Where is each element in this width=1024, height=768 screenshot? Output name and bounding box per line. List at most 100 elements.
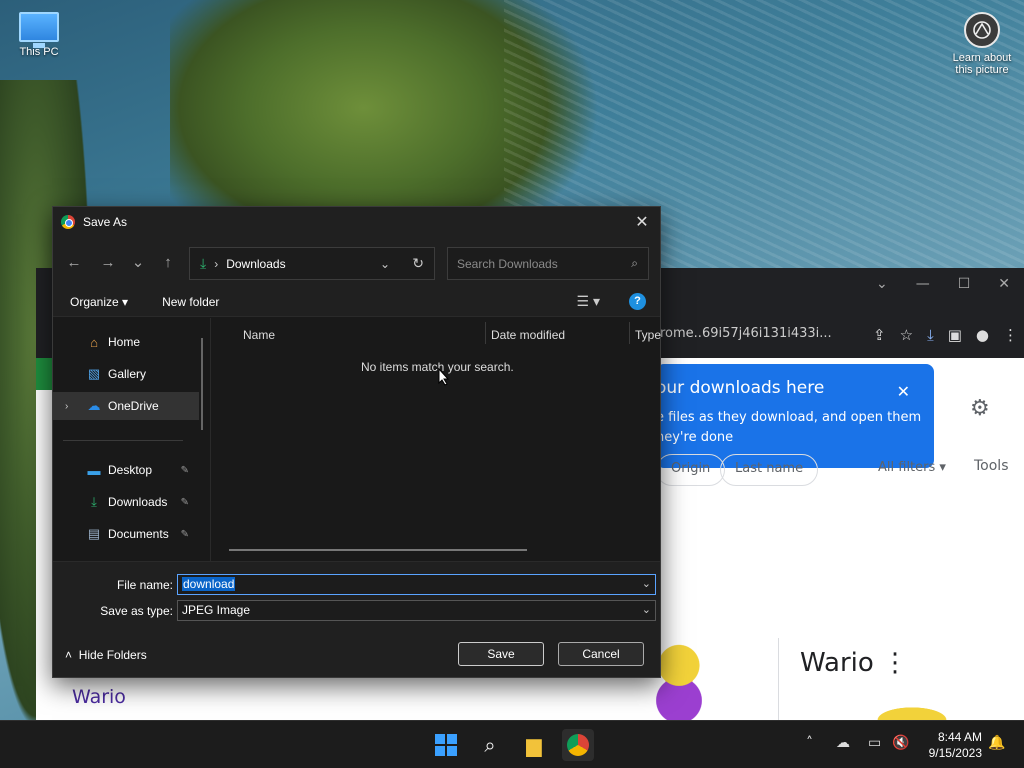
monitor-icon	[19, 12, 59, 48]
chevron-down-icon[interactable]: ⌄	[380, 257, 390, 271]
chevron-down-icon[interactable]: ⌄	[642, 603, 651, 616]
chevron-down-icon[interactable]: ⌄	[125, 253, 151, 271]
maximize-icon[interactable]: ☐	[958, 276, 971, 292]
cloud-offline-icon[interactable]: ☁	[836, 735, 850, 751]
minimize-icon[interactable]: —	[916, 276, 930, 292]
nav-item-desktop[interactable]: ▬ Desktop ✎	[53, 456, 199, 484]
file-list: Name Date modified Type No items match y…	[211, 318, 661, 561]
menu-icon[interactable]: ⋮	[1003, 326, 1018, 344]
pin-icon[interactable]: ✎	[181, 529, 189, 540]
clock[interactable]: 8:44 AM 9/15/2023	[929, 729, 982, 761]
close-icon[interactable]: ✕	[897, 382, 910, 401]
close-icon[interactable]: ✕	[998, 276, 1010, 292]
wario-image-2[interactable]	[852, 698, 972, 720]
nav-item-onedrive[interactable]: › ☁ OneDrive	[53, 392, 199, 420]
profile-icon[interactable]: ●	[976, 326, 989, 344]
hide-folders-button[interactable]: ˄ Hide Folders	[65, 648, 147, 662]
save-button[interactable]: Save	[458, 642, 544, 666]
save-type-value: JPEG Image	[182, 603, 251, 617]
chevron-down-icon[interactable]: ⌄	[876, 276, 888, 292]
divider	[63, 440, 183, 441]
up-arrow-icon[interactable]: ↑	[151, 254, 185, 271]
column-header-date[interactable]: Date modified	[491, 328, 565, 342]
bell-icon[interactable]: 🔔	[988, 735, 1005, 751]
cancel-button[interactable]: Cancel	[558, 642, 644, 666]
network-icon[interactable]: ▭	[868, 735, 881, 751]
nav-item-label: Home	[108, 335, 141, 349]
popup-line: hey're done	[656, 430, 734, 445]
dialog-title: Save As	[83, 215, 128, 229]
star-icon[interactable]: ☆	[900, 326, 913, 344]
divider	[778, 638, 779, 720]
download-icon: ⤓	[91, 494, 97, 509]
navigation-row: ← → ⌄ ↑ ⤓ › Downloads ⌄ ↻ Search Downloa…	[53, 237, 660, 287]
column-divider[interactable]	[629, 322, 630, 344]
nav-item-gallery[interactable]: ▧ Gallery	[53, 360, 199, 388]
start-button[interactable]	[430, 729, 462, 761]
column-divider[interactable]	[485, 322, 486, 344]
path-folder[interactable]: Downloads	[226, 257, 285, 271]
sidepanel-icon[interactable]: ▣	[948, 326, 962, 344]
organize-button[interactable]: Organize ▾	[70, 295, 128, 309]
pin-icon[interactable]: ✎	[181, 465, 189, 476]
save-type-label: Save as type:	[100, 604, 173, 618]
nav-item-documents[interactable]: ▤ Documents ✎	[53, 520, 199, 548]
download-icon[interactable]: ⤓	[927, 326, 934, 344]
search-placeholder: Search Downloads	[457, 256, 558, 271]
file-explorer-icon[interactable]: ▆	[518, 729, 550, 761]
clock-date: 9/15/2023	[928, 746, 982, 760]
save-as-dialog: Save As ✕ ← → ⌄ ↑ ⤓ › Downloads ⌄ ↻ Sear…	[52, 206, 661, 678]
scrollbar[interactable]	[229, 549, 527, 551]
file-name-field[interactable]: download ⌄	[177, 574, 656, 595]
forward-arrow-icon[interactable]: →	[91, 254, 125, 271]
nav-item-downloads[interactable]: ⤓ Downloads ✎	[53, 488, 199, 516]
refresh-icon[interactable]: ↻	[412, 255, 424, 272]
dialog-body: ⌂ Home ▧ Gallery › ☁ OneDrive ▬ Desktop …	[53, 318, 661, 561]
path-bar[interactable]: ⤓ › Downloads ⌄ ↻	[189, 247, 435, 280]
chevron-right-icon[interactable]: ›	[65, 401, 68, 412]
view-options-icon[interactable]: ☰ ▾	[577, 293, 600, 310]
back-arrow-icon[interactable]: ←	[57, 254, 91, 271]
window-controls: ⌄ — ☐ ✕	[876, 276, 1024, 292]
home-icon: ⌂	[90, 334, 98, 350]
cloud-icon: ☁	[87, 398, 101, 413]
share-icon[interactable]: ⇪	[873, 326, 886, 344]
new-folder-button[interactable]: New folder	[162, 295, 219, 309]
gear-icon[interactable]: ⚙	[970, 396, 990, 421]
desktop-icon-label-line1: Learn about	[952, 52, 1012, 64]
desktop-icon-label-line2: this picture	[955, 64, 1009, 76]
hide-folders-label: Hide Folders	[78, 648, 147, 662]
chip-last-name[interactable]: Last name	[720, 454, 819, 486]
pin-icon[interactable]: ✎	[181, 497, 189, 508]
column-header-name[interactable]: Name	[243, 328, 275, 342]
help-icon[interactable]: ?	[629, 293, 646, 310]
nav-item-home[interactable]: ⌂ Home	[53, 328, 199, 356]
chrome-logo-icon	[567, 734, 589, 756]
download-icon: ⤓	[200, 255, 207, 271]
save-type-select[interactable]: JPEG Image ⌄	[177, 600, 656, 621]
search-icon[interactable]: ⌕	[474, 729, 506, 761]
column-header-type[interactable]: Type	[635, 328, 661, 342]
tools-button[interactable]: Tools	[974, 458, 1009, 474]
chip-all-filters[interactable]: All filters ▾	[864, 454, 960, 486]
scrollbar[interactable]	[201, 338, 203, 430]
camera-icon	[964, 12, 1000, 48]
close-icon[interactable]: ✕	[632, 212, 652, 232]
chrome-taskbar-button[interactable]	[562, 729, 594, 761]
dialog-toolbar: Organize ▾ New folder ☰ ▾ ?	[53, 287, 660, 317]
clock-time: 8:44 AM	[937, 730, 982, 744]
chip-origin[interactable]: Origin	[656, 454, 726, 486]
desktop-icon-this-pc[interactable]: This PC	[4, 12, 74, 58]
search-input[interactable]: Search Downloads ⌕	[447, 247, 649, 280]
result-link[interactable]: Wario	[72, 686, 126, 708]
volume-muted-icon[interactable]: 🔇	[892, 735, 909, 751]
nav-item-label: Documents	[108, 527, 169, 541]
nav-item-label: Downloads	[108, 495, 168, 509]
popup-title: our downloads here	[656, 378, 825, 398]
chevron-up-icon[interactable]: ˄	[806, 735, 813, 751]
mouse-cursor-icon	[438, 368, 450, 386]
chevron-up-icon: ˄	[65, 648, 73, 662]
chevron-down-icon[interactable]: ⌄	[642, 577, 651, 590]
desktop-icon-learn-picture[interactable]: Learn about this picture	[940, 12, 1024, 76]
address-bar[interactable]: rome..69i57j46i131i433i...	[660, 326, 860, 348]
